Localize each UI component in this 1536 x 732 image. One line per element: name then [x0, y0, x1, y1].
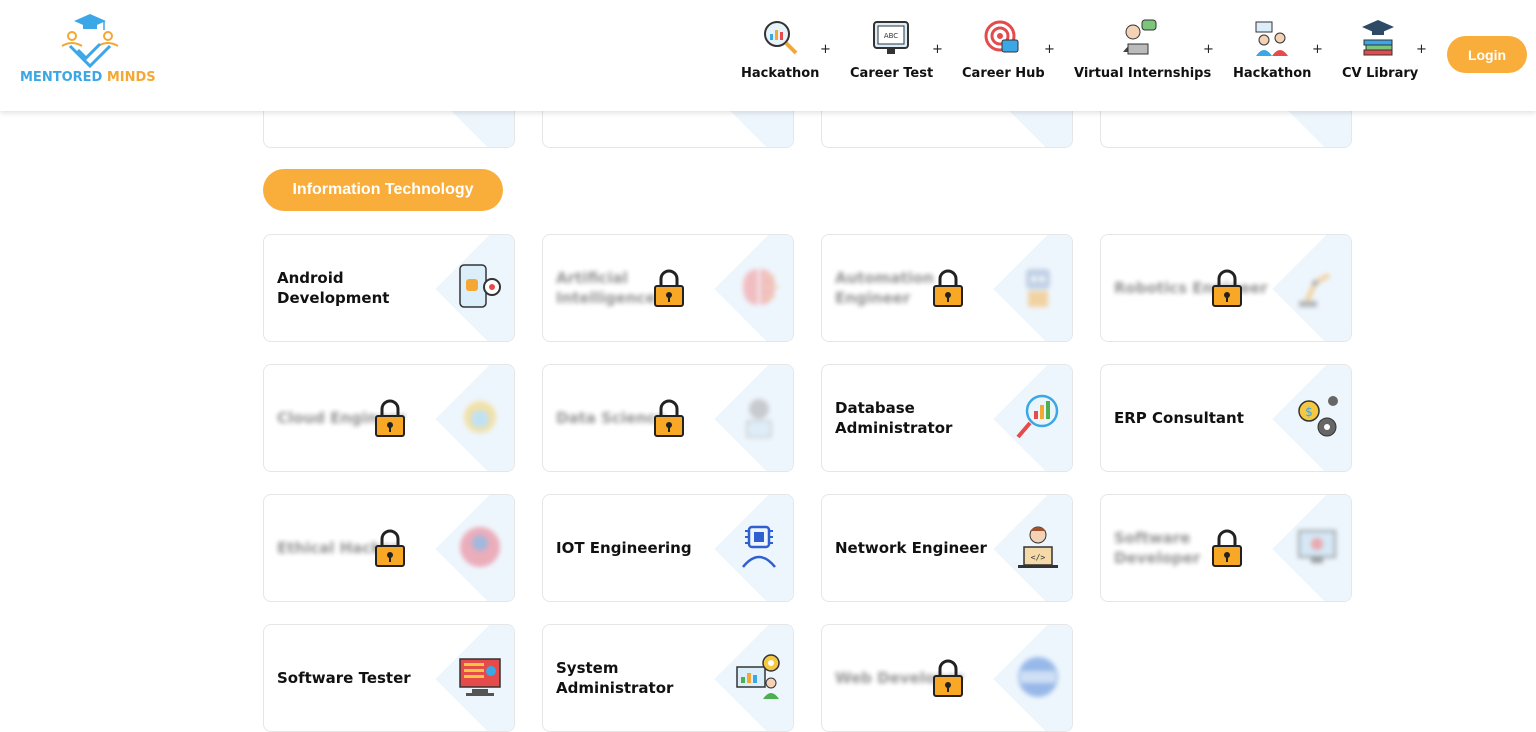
course-card-system-administrator[interactable]: System Administrator	[542, 624, 794, 732]
nav-career-test[interactable]: ABC Career Test	[850, 18, 934, 84]
plus-icon: +	[1044, 42, 1055, 57]
developer-laptop-icon: </>	[1018, 526, 1058, 568]
lock-icon	[1212, 529, 1242, 567]
course-card-network-engineer[interactable]: Network Engineer </>	[821, 494, 1073, 602]
course-title: Artificial Intelligence	[556, 269, 656, 307]
gears-dollar-icon: $	[1298, 396, 1338, 437]
lock-icon	[933, 659, 963, 697]
course-card-data-science[interactable]: Data Science	[542, 364, 794, 472]
course-card-artificial-intelligence[interactable]: Artificial Intelligence	[542, 234, 794, 342]
lock-icon	[375, 529, 405, 567]
login-button[interactable]: Login	[1447, 36, 1527, 73]
course-card-erp-consultant[interactable]: ERP Consultant $	[1100, 364, 1352, 472]
course-card-cloud-engineer[interactable]: Cloud Engineer	[263, 364, 515, 472]
lock-icon	[375, 399, 405, 437]
lock-icon	[654, 399, 684, 437]
chip-person-icon	[742, 525, 776, 568]
course-card-android-development[interactable]: Android Development	[263, 234, 515, 342]
course-card-software-developer[interactable]: Software Developer	[1100, 494, 1352, 602]
monitor-code-icon	[1298, 530, 1336, 563]
nav-label: Virtual Internships	[1074, 66, 1212, 81]
abc-board-icon: ABC	[873, 21, 909, 54]
nav-hackathon[interactable]: Hackathon	[741, 18, 819, 84]
android-phone-gear-icon	[459, 264, 501, 308]
section-title-information-technology[interactable]: Information Technology	[263, 169, 503, 211]
nav-label: Career Test	[850, 66, 934, 81]
course-title: Database Administrator	[835, 399, 953, 437]
logo[interactable]: MENTORED MINDS	[20, 12, 160, 92]
nav-label: Hackathon	[1233, 66, 1312, 81]
nav-virtual-internships[interactable]: Virtual Internships	[1074, 18, 1212, 84]
graduation-books-icon	[1362, 20, 1394, 56]
target-briefcase-icon	[984, 20, 1019, 53]
logo-graduation-icon	[61, 14, 119, 69]
plus-icon: +	[1203, 42, 1214, 57]
person-laptop-chat-icon	[1123, 19, 1157, 55]
course-title: IOT Engineering	[556, 539, 692, 557]
www-globe-icon	[1018, 657, 1058, 697]
svg-text:</>: </>	[1031, 553, 1046, 562]
nav-cv-library[interactable]: CV Library	[1342, 18, 1419, 84]
course-title: Network Engineer	[835, 539, 987, 557]
plus-icon: +	[932, 42, 943, 57]
cloud-gear-icon	[464, 401, 496, 433]
nav-label: Hackathon	[741, 66, 820, 81]
lock-icon	[654, 269, 684, 307]
hacker-avatar-icon	[460, 527, 500, 567]
team-presentation-icon	[1255, 21, 1288, 56]
course-card-robotics-engineer[interactable]: Robotics Engineer	[1100, 234, 1352, 342]
course-card-automation-engineer[interactable]: Automation Engineer	[821, 234, 1073, 342]
top-header: MENTORED MINDS Hackathon + ABC Career Te…	[0, 0, 1536, 111]
course-title: ERP Consultant	[1114, 409, 1244, 427]
scientist-icon	[746, 399, 772, 438]
magnifier-chart-icon	[764, 21, 798, 55]
robot-icon	[1026, 269, 1050, 307]
course-card-database-administrator[interactable]: Database Administrator	[821, 364, 1073, 472]
lock-icon	[1212, 269, 1242, 307]
course-title: Robotics Engineer	[1114, 279, 1268, 297]
course-title: Android Development	[277, 269, 390, 307]
svg-text:ABC: ABC	[884, 32, 898, 40]
nav-label: CV Library	[1342, 66, 1419, 81]
robot-arm-icon	[1299, 272, 1331, 307]
course-title: System Administrator	[556, 659, 674, 697]
course-card-iot-engineering[interactable]: IOT Engineering	[542, 494, 794, 602]
course-title: Data Science	[556, 409, 666, 427]
course-card-web-developer[interactable]: Web Developer	[821, 624, 1073, 732]
nav-label: Career Hub	[962, 66, 1045, 81]
plus-icon: +	[1312, 42, 1323, 57]
admin-dashboard-gear-icon	[736, 654, 780, 699]
course-title: Software Tester	[277, 669, 411, 687]
nav-career-hub[interactable]: Career Hub	[962, 18, 1045, 84]
course-title: Cloud Engineer	[277, 409, 406, 427]
plus-icon: +	[1416, 42, 1427, 57]
monitor-test-icon	[459, 658, 501, 696]
course-card-software-tester[interactable]: Software Tester	[263, 624, 515, 732]
course-title: Web Developer	[835, 669, 964, 687]
logo-text: MENTORED MINDS	[20, 70, 156, 85]
course-title: Automation Engineer	[835, 269, 934, 307]
course-title: Software Developer	[1114, 529, 1201, 567]
course-title: Ethical Hacker	[277, 539, 399, 557]
course-card-ethical-hacker[interactable]: Ethical Hacker	[263, 494, 515, 602]
brain-circuit-icon	[743, 269, 779, 305]
nav-hackathon-team[interactable]: Hackathon	[1233, 18, 1311, 84]
lock-icon	[933, 269, 963, 307]
magnifier-bar-chart-icon	[1016, 394, 1059, 439]
plus-icon: +	[820, 42, 831, 57]
svg-text:$: $	[1305, 405, 1313, 419]
